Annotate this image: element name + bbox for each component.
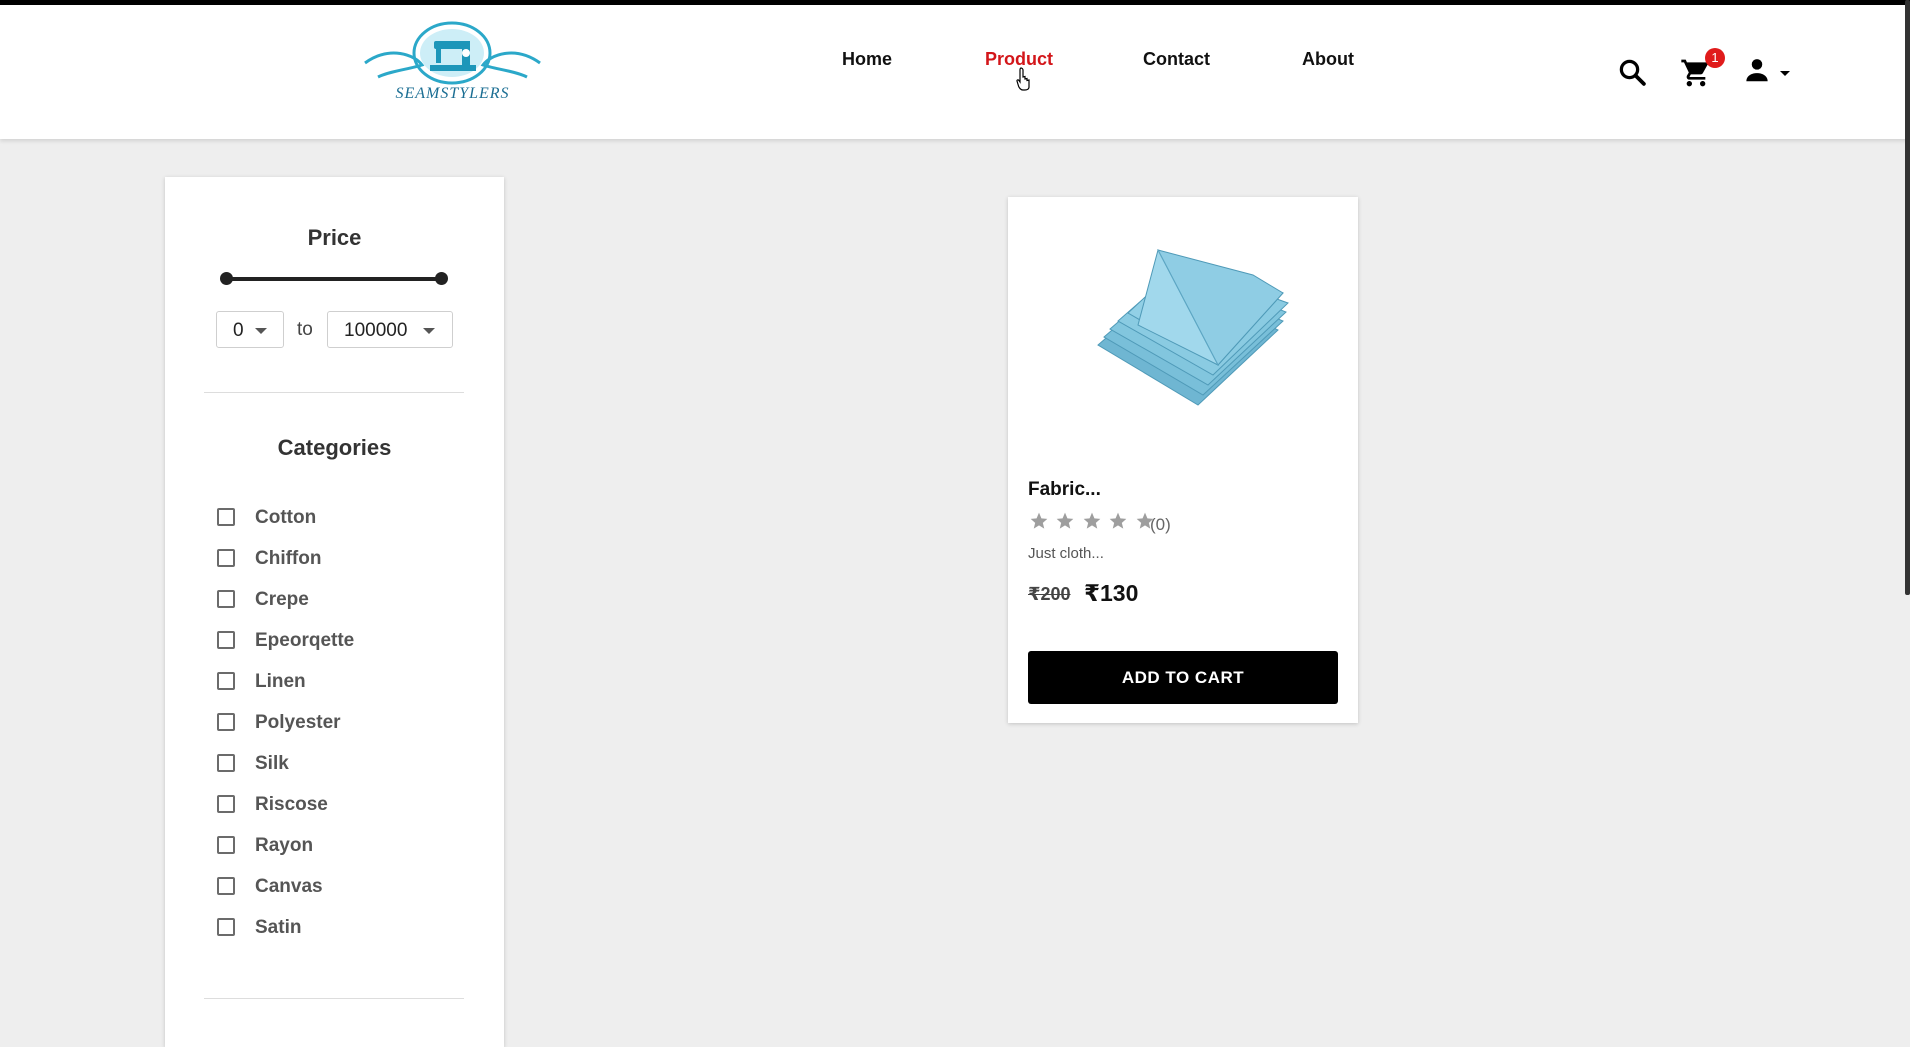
category-label: Canvas <box>255 876 323 897</box>
category-label: Cotton <box>255 507 317 528</box>
price-min-value: 0 <box>233 320 244 341</box>
chevron-down-icon <box>255 328 267 334</box>
category-label: Chiffon <box>255 548 322 569</box>
site-header: SEAMSTYLERS Home Product Contact About 1 <box>0 5 1910 139</box>
category-label: Riscose <box>255 794 328 815</box>
checkbox[interactable] <box>217 918 235 936</box>
price-slider-max-handle[interactable] <box>435 272 448 285</box>
price-filter-title: Price <box>307 225 362 250</box>
page-scrollbar[interactable] <box>1905 0 1910 595</box>
category-label: Epeorqette <box>255 630 355 651</box>
nav-contact[interactable]: Contact <box>1143 49 1210 70</box>
checkbox[interactable] <box>217 836 235 854</box>
search-icon[interactable] <box>1617 57 1647 92</box>
category-label: Linen <box>255 671 306 692</box>
price-max-select[interactable]: 100000 <box>327 311 453 348</box>
checkbox[interactable] <box>217 508 235 526</box>
pointer-cursor-icon <box>1016 67 1032 91</box>
checkbox[interactable] <box>217 672 235 690</box>
checkbox[interactable] <box>217 549 235 567</box>
price-min-select[interactable]: 0 <box>216 311 284 348</box>
checkbox[interactable] <box>217 877 235 895</box>
divider <box>204 998 464 999</box>
product-image[interactable] <box>1078 235 1298 425</box>
chevron-down-icon <box>423 328 435 334</box>
nav-about[interactable]: About <box>1302 49 1354 70</box>
chevron-down-icon[interactable] <box>1779 65 1791 83</box>
checkbox[interactable] <box>217 713 235 731</box>
category-label: Polyester <box>255 712 341 733</box>
checkbox[interactable] <box>217 754 235 772</box>
add-to-cart-button[interactable]: ADD TO CART <box>1028 651 1338 704</box>
sale-price: ₹130 <box>1084 580 1139 606</box>
checkbox[interactable] <box>217 631 235 649</box>
cart-count-badge: 1 <box>1705 48 1725 68</box>
review-count: (0) <box>1150 515 1171 534</box>
product-description: Just cloth... <box>1028 545 1104 562</box>
user-icon[interactable] <box>1742 55 1772 90</box>
product-name[interactable]: Fabric... <box>1028 479 1101 501</box>
product-card[interactable]: Fabric... (0) Just cloth... ₹200 ₹130 AD… <box>1008 197 1358 723</box>
checkbox[interactable] <box>217 795 235 813</box>
star-icon <box>1030 512 1048 529</box>
rating-stars <box>1028 511 1156 536</box>
price-slider-min-handle[interactable] <box>220 272 233 285</box>
category-label: Crepe <box>255 589 309 610</box>
category-label: Satin <box>255 917 302 938</box>
category-label: Silk <box>255 753 289 774</box>
price-to-label: to <box>297 319 313 340</box>
star-icon <box>1057 512 1074 529</box>
price-slider-track[interactable] <box>226 277 442 281</box>
price-max-value: 100000 <box>344 320 408 341</box>
brand-logo[interactable]: SEAMSTYLERS <box>360 15 545 110</box>
logo-text: SEAMSTYLERS <box>395 85 510 102</box>
divider <box>204 392 464 393</box>
checkbox[interactable] <box>217 590 235 608</box>
nav-home[interactable]: Home <box>842 49 892 70</box>
categories-filter-title: Categories <box>277 435 392 460</box>
filter-panel: Price 0 to 100000 Categories Cotton Chif… <box>165 177 504 1047</box>
star-icon <box>1083 512 1101 529</box>
original-price: ₹200 <box>1028 584 1071 604</box>
category-label: Rayon <box>255 835 314 856</box>
star-icon <box>1110 512 1127 529</box>
